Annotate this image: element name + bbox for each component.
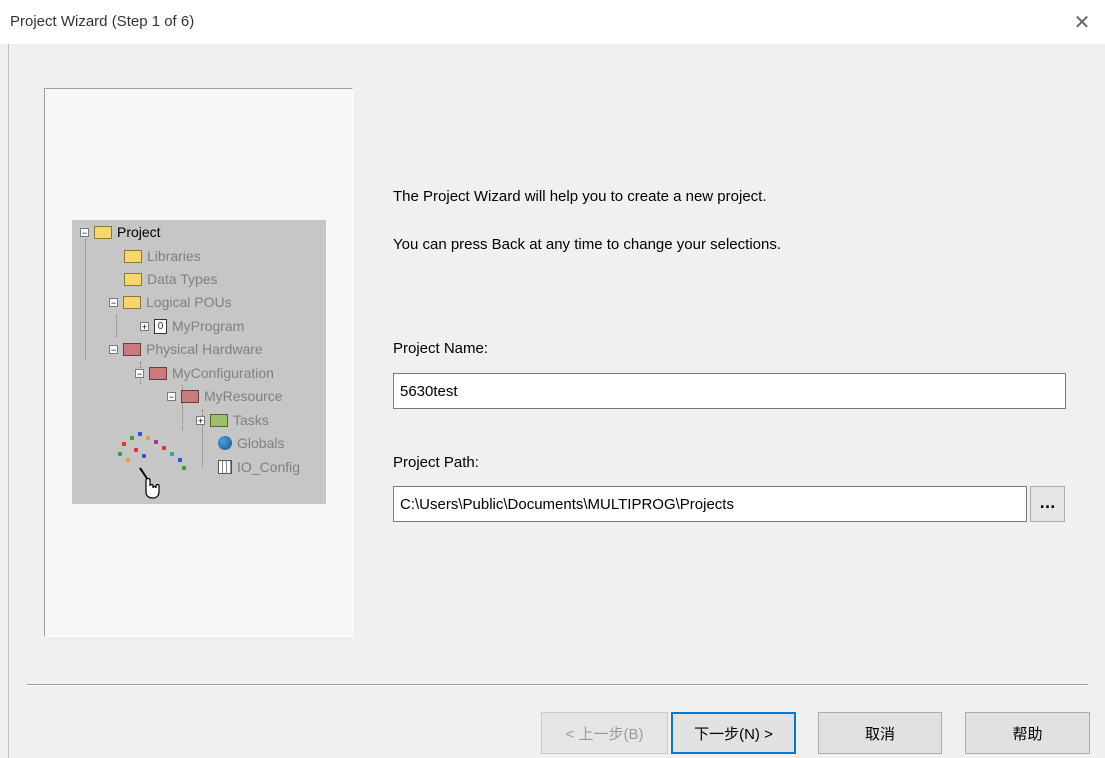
expand-icon: + [140, 321, 149, 332]
help-button[interactable]: 帮助 [965, 712, 1090, 754]
folder-icon [124, 249, 142, 263]
next-button[interactable]: 下一步(N) > [671, 712, 796, 754]
tree-item-logical-pous: − Logical POUs [109, 292, 232, 312]
cancel-button[interactable]: 取消 [818, 712, 942, 754]
collapse-icon: − [109, 344, 118, 355]
tree-item-my-program: + 0 MyProgram [140, 316, 244, 336]
collapse-icon: − [135, 368, 144, 379]
intro-line-1: The Project Wizard will help you to crea… [393, 188, 767, 205]
intro-line-2: You can press Back at any time to change… [393, 236, 782, 253]
project-tree-illustration: − Project Libraries Data Types − Logical… [72, 220, 326, 504]
footer-separator [27, 684, 1088, 686]
globals-icon [218, 436, 232, 450]
close-button[interactable]: ✕ [1059, 0, 1105, 44]
hand-wand-icon [138, 466, 162, 500]
tree-item-my-resource: − MyResource [167, 386, 283, 406]
tree-label: Globals [237, 435, 285, 451]
tree-item-my-configuration: − MyConfiguration [135, 363, 274, 383]
project-path-label: Project Path: [393, 454, 479, 471]
folder-icon [124, 272, 142, 286]
expand-icon: + [196, 415, 205, 426]
project-name-input[interactable]: 5630test [393, 373, 1066, 409]
tree-label: Tasks [233, 412, 269, 428]
io-config-icon [218, 460, 232, 474]
browse-label: ... [1039, 496, 1056, 512]
open-folder-icon [123, 295, 141, 309]
tree-label: IO_Config [237, 459, 301, 475]
tree-item-io-config: IO_Config [218, 457, 300, 477]
tree-label: Project [117, 224, 161, 240]
tree-item-globals: Globals [218, 433, 284, 453]
help-button-label: 帮助 [1012, 725, 1043, 743]
tree-label: Libraries [147, 248, 201, 264]
tasks-folder-icon [210, 413, 228, 427]
next-button-label: 下一步(N) > [694, 725, 773, 743]
back-button[interactable]: < 上一步(B) [541, 712, 668, 754]
tree-label: Physical Hardware [146, 341, 263, 357]
browse-button[interactable]: ... [1030, 486, 1065, 522]
tree-item-libraries: Libraries [124, 246, 201, 266]
window-title: Project Wizard (Step 1 of 6) [10, 13, 195, 30]
project-path-input[interactable]: C:\Users\Public\Documents\MULTIPROG\Proj… [393, 486, 1027, 522]
tree-label: Logical POUs [146, 294, 232, 310]
tree-item-physical-hardware: − Physical Hardware [109, 339, 263, 359]
collapse-icon: − [80, 227, 89, 238]
title-bar: Project Wizard (Step 1 of 6) ✕ [0, 0, 1105, 44]
hardware-folder-icon [123, 342, 141, 356]
tree-label: MyResource [204, 388, 283, 404]
open-folder-icon [94, 225, 112, 239]
project-name-value: 5630test [400, 382, 458, 400]
tree-item-project: − Project [80, 222, 161, 242]
collapse-icon: − [167, 391, 176, 402]
tree-label: MyConfiguration [172, 365, 274, 381]
configuration-icon [149, 366, 167, 380]
resource-icon [181, 389, 199, 403]
project-path-value: C:\Users\Public\Documents\MULTIPROG\Proj… [400, 495, 734, 513]
back-button-label: < 上一步(B) [565, 725, 644, 743]
project-name-label: Project Name: [393, 340, 489, 357]
window-edge [8, 44, 9, 758]
close-icon: ✕ [1073, 10, 1091, 34]
tree-item-data-types: Data Types [124, 269, 218, 289]
pou-icon: 0 [154, 318, 167, 334]
tree-label: MyProgram [172, 318, 245, 334]
tree-label: Data Types [147, 271, 218, 287]
cancel-button-label: 取消 [864, 725, 895, 743]
collapse-icon: − [109, 297, 118, 308]
tree-item-tasks: + Tasks [196, 410, 269, 430]
